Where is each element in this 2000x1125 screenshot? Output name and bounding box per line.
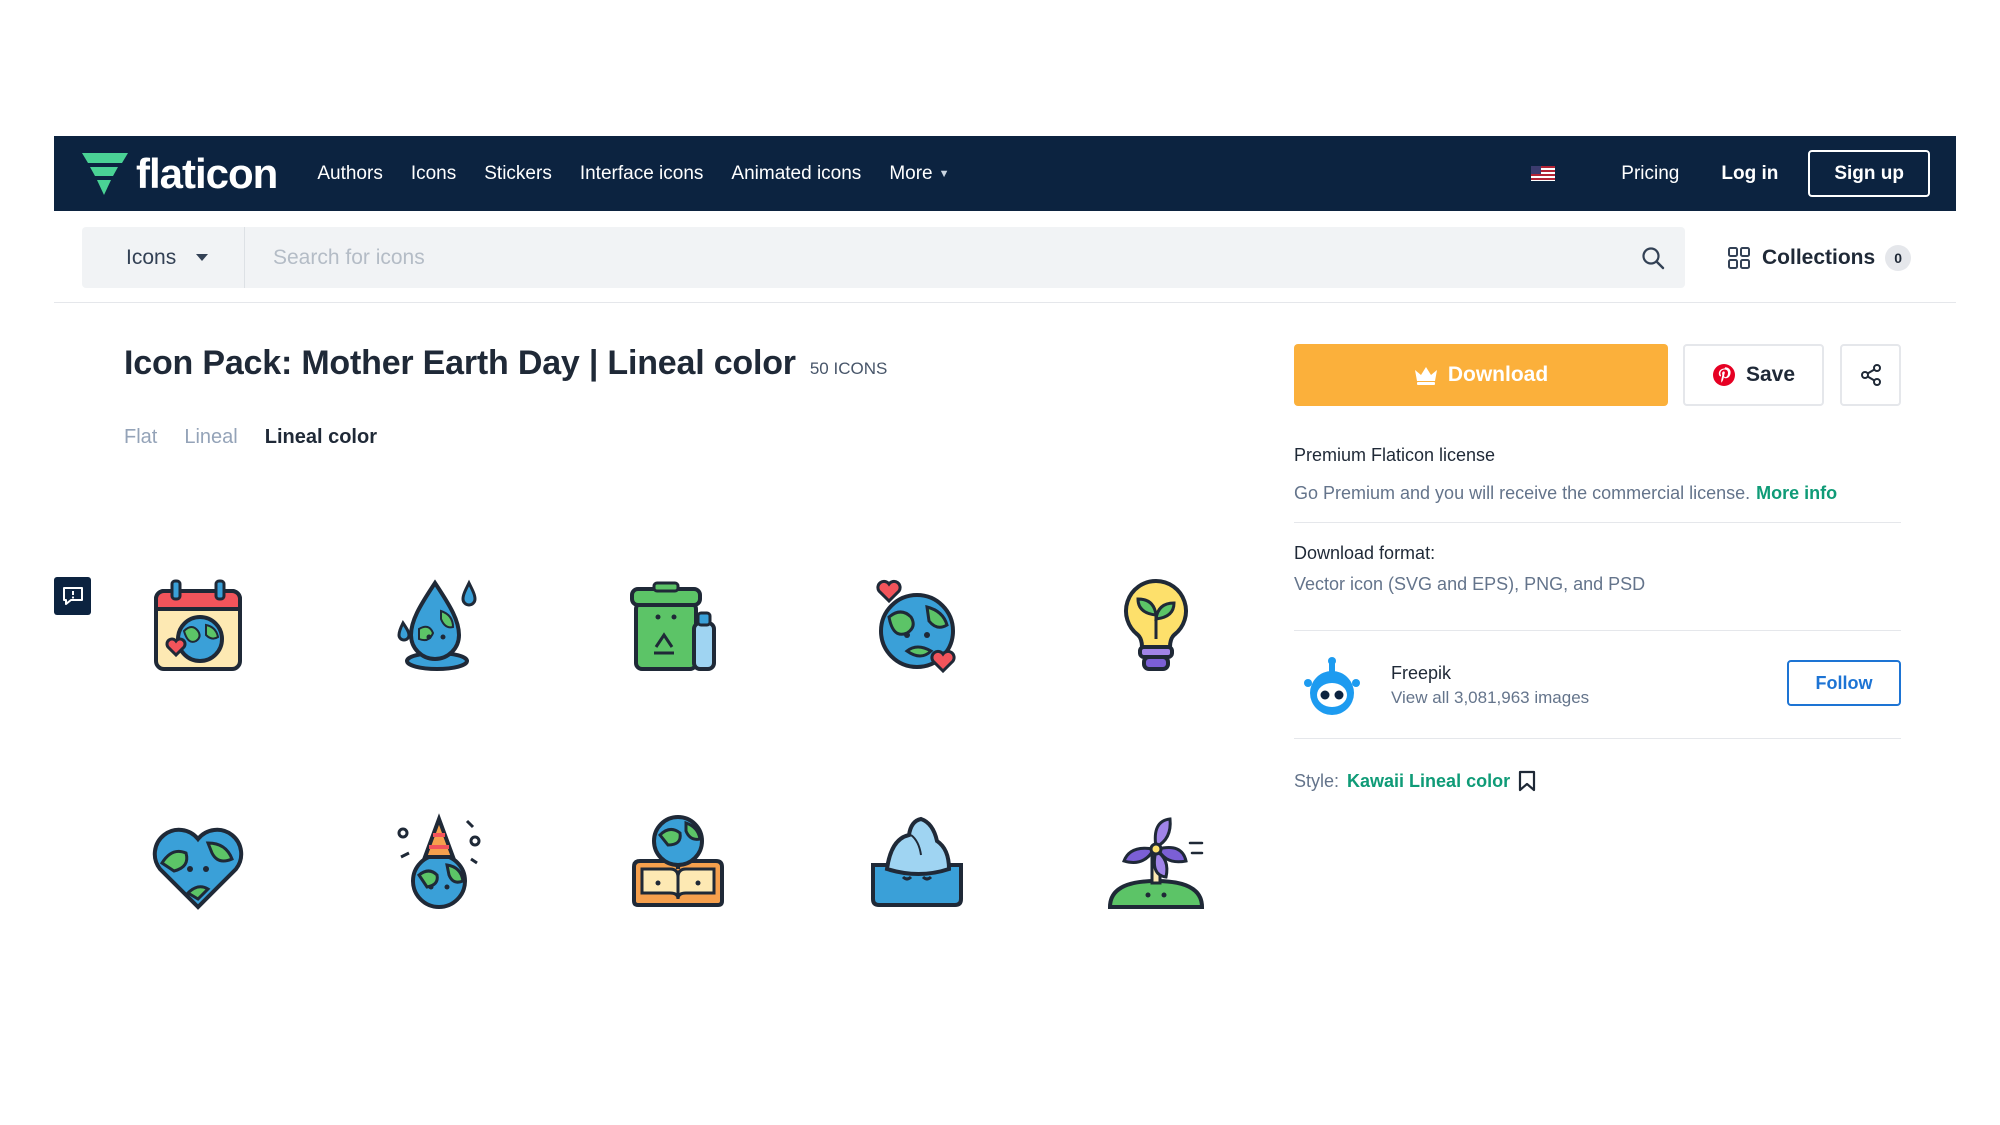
- share-button[interactable]: [1840, 344, 1901, 406]
- header-divider: [54, 302, 1956, 303]
- pinterest-icon: [1712, 364, 1735, 386]
- style-tabs: Flat Lineal Lineal color: [124, 426, 404, 449]
- menu-animated-icons[interactable]: Animated icons: [731, 163, 861, 185]
- eco-bulb-icon[interactable]: [1106, 577, 1206, 677]
- recycle-bin-icon[interactable]: [628, 577, 728, 677]
- license-description: Go Premium and you will receive the comm…: [1294, 483, 1837, 504]
- earth-hearts-icon[interactable]: [867, 577, 967, 677]
- page-title: Icon Pack: Mother Earth Day | Lineal col…: [124, 344, 796, 382]
- download-button[interactable]: Download: [1294, 344, 1668, 406]
- search-input[interactable]: [245, 227, 1621, 288]
- avatar[interactable]: [1300, 655, 1364, 719]
- format-description: Vector icon (SVG and EPS), PNG, and PSD: [1294, 574, 1646, 594]
- author-name[interactable]: Freepik: [1391, 663, 1451, 684]
- iceberg-icon[interactable]: [867, 813, 967, 913]
- license-description-text: Go Premium and you will receive the comm…: [1294, 483, 1751, 503]
- author-view-all-link[interactable]: View all 3,081,963 images: [1391, 688, 1589, 708]
- caret-down-icon: [196, 254, 209, 261]
- feedback-button[interactable]: [54, 577, 91, 615]
- menu-stickers[interactable]: Stickers: [484, 163, 552, 185]
- pack-title-row: Icon Pack: Mother Earth Day | Lineal col…: [124, 344, 887, 383]
- menu-more-label: More: [889, 162, 933, 184]
- menu-interface-icons[interactable]: Interface icons: [580, 163, 704, 185]
- party-earth-icon[interactable]: [389, 813, 489, 913]
- top-navbar: flaticon Authors Icons Stickers Interfac…: [54, 136, 1956, 211]
- flaticon-logo-icon: [82, 152, 128, 195]
- divider: [1294, 630, 1901, 631]
- menu-more[interactable]: More ▼: [889, 163, 949, 185]
- nav-right: Pricing Log in Sign up: [1531, 136, 1956, 211]
- icon-count: 50 ICONS: [809, 359, 888, 378]
- search-type-label: Icons: [126, 245, 177, 269]
- grid-icon: [1728, 247, 1750, 269]
- pricing-link[interactable]: Pricing: [1621, 163, 1679, 185]
- collections-count-badge: 0: [1885, 245, 1912, 271]
- search-button[interactable]: [1621, 227, 1685, 288]
- divider: [1294, 738, 1901, 739]
- collections-label: Collections: [1762, 246, 1876, 269]
- search-type-select[interactable]: Icons: [82, 227, 245, 288]
- style-label: Style:: [1294, 770, 1340, 791]
- collections-button[interactable]: Collections 0: [1728, 240, 1912, 276]
- menu-icons[interactable]: Icons: [411, 163, 456, 185]
- style-info: Style: Kawaii Lineal color: [1294, 770, 1536, 792]
- style-link[interactable]: Kawaii Lineal color: [1347, 771, 1510, 792]
- follow-button[interactable]: Follow: [1787, 660, 1901, 706]
- style-tab-lineal-color[interactable]: Lineal color: [265, 426, 377, 449]
- signup-button[interactable]: Sign up: [1808, 150, 1930, 197]
- more-info-link[interactable]: More info: [1756, 483, 1837, 503]
- earth-book-icon[interactable]: [628, 813, 728, 913]
- heart-earth-icon[interactable]: [148, 813, 248, 913]
- flaticon-logo[interactable]: flaticon: [82, 136, 278, 211]
- freepik-robot-icon: [1304, 657, 1360, 715]
- style-tab-lineal[interactable]: Lineal: [184, 426, 237, 449]
- crown-icon: [1414, 367, 1437, 385]
- bookmark-icon[interactable]: [1518, 770, 1536, 792]
- divider: [1294, 522, 1901, 523]
- login-link[interactable]: Log in: [1721, 163, 1778, 185]
- style-tab-flat[interactable]: Flat: [124, 426, 157, 449]
- license-title: Premium Flaticon license: [1294, 445, 1496, 465]
- save-label: Save: [1745, 363, 1796, 386]
- share-icon: [1860, 364, 1881, 386]
- calendar-earth-icon[interactable]: [148, 577, 248, 677]
- us-flag-icon[interactable]: [1531, 166, 1556, 181]
- windmill-hill-icon[interactable]: [1106, 813, 1206, 913]
- save-pinterest-button[interactable]: Save: [1683, 344, 1824, 406]
- feedback-icon: [62, 587, 83, 605]
- search-bar: Icons: [82, 227, 1685, 288]
- menu-authors[interactable]: Authors: [317, 163, 382, 185]
- format-title: Download format:: [1294, 543, 1436, 563]
- download-label: Download: [1447, 363, 1549, 386]
- main-menu: Authors Icons Stickers Interface icons A…: [317, 136, 977, 211]
- logo-text: flaticon: [136, 149, 278, 197]
- earth-water-drop-icon[interactable]: [389, 577, 489, 677]
- search-icon: [1642, 246, 1665, 269]
- chevron-down-icon: ▼: [938, 167, 950, 180]
